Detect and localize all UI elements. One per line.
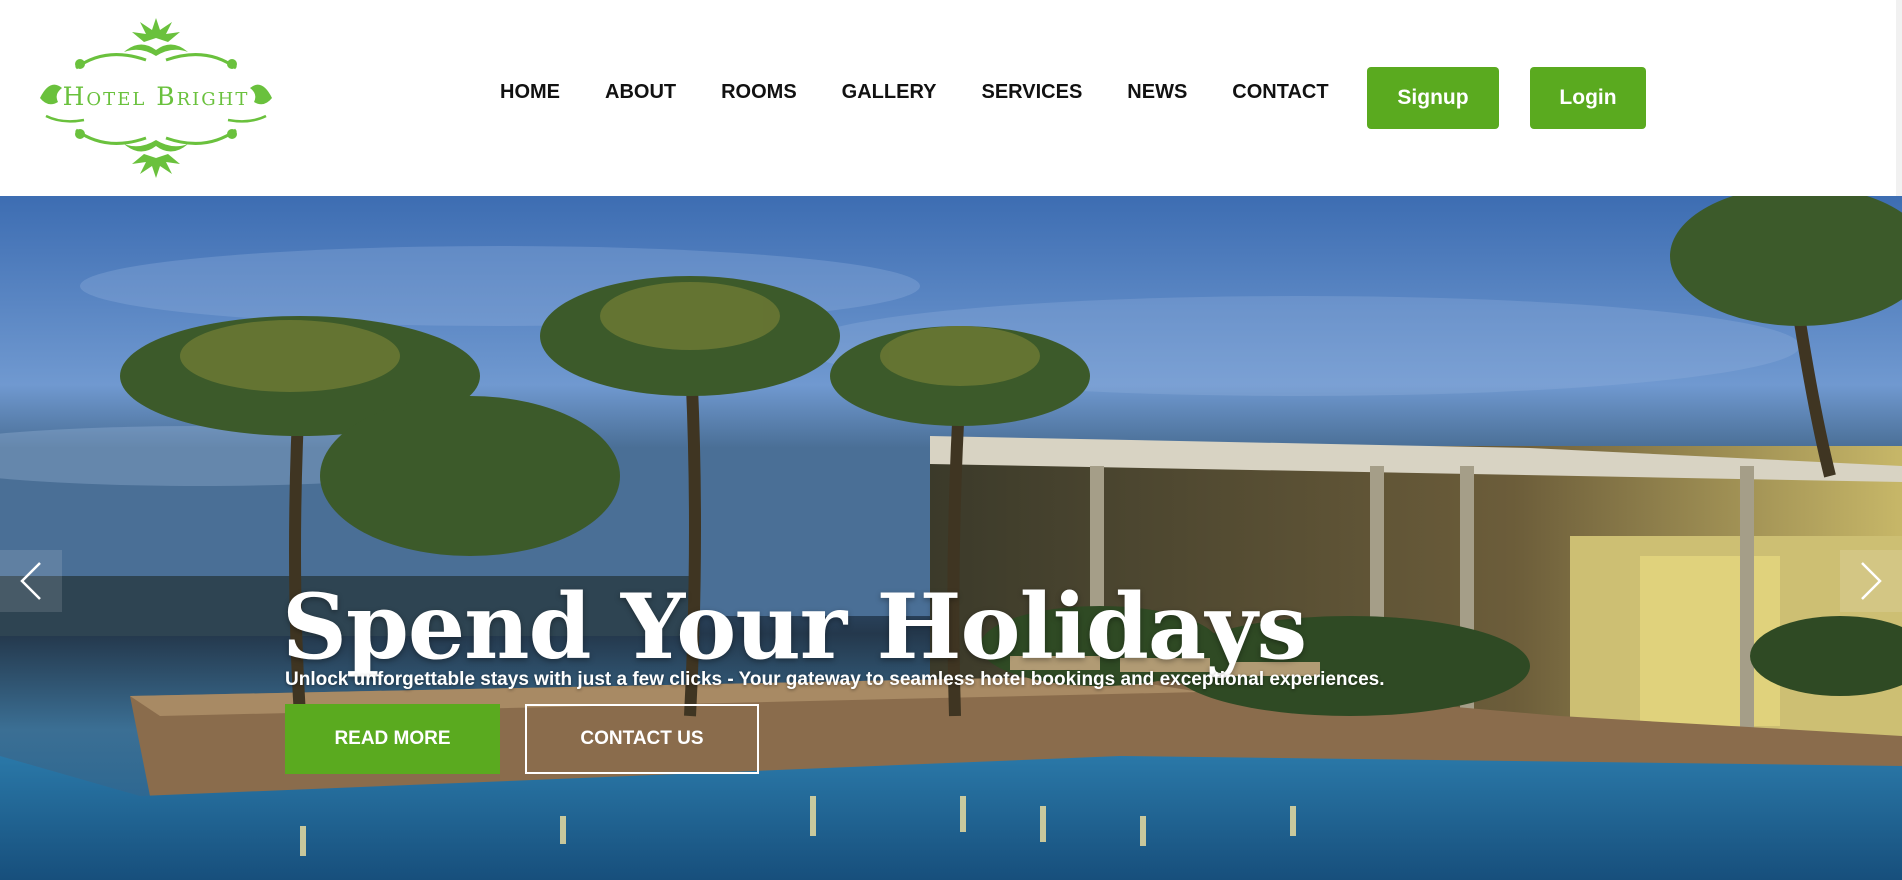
logo-text: Hotel Bright — [62, 82, 250, 111]
site-header: Hotel Bright HOME ABOUT ROOMS GALLERY SE… — [0, 0, 1902, 196]
hero-subtitle: Unlock unforgettable stays with just a f… — [285, 669, 1385, 690]
nav-rooms[interactable]: ROOMS — [721, 81, 797, 104]
slider-next-button[interactable] — [1840, 550, 1902, 612]
nav-contact[interactable]: CONTACT — [1232, 81, 1328, 104]
contact-us-button[interactable]: CONTACT US — [525, 704, 759, 774]
read-more-button[interactable]: READ MORE — [285, 704, 500, 774]
signup-button[interactable]: Signup — [1367, 67, 1499, 129]
nav-services[interactable]: SERVICES — [982, 81, 1083, 104]
hotel-logo[interactable]: Hotel Bright — [36, 16, 276, 180]
nav-news[interactable]: NEWS — [1127, 81, 1187, 104]
hero-background-image — [0, 196, 1902, 880]
chevron-right-icon — [1861, 562, 1882, 600]
login-button[interactable]: Login — [1530, 67, 1646, 129]
chevron-left-icon — [20, 562, 41, 600]
nav-about[interactable]: ABOUT — [605, 81, 676, 104]
main-nav: HOME ABOUT ROOMS GALLERY SERVICES NEWS C… — [500, 76, 1329, 108]
hero-title: Spend Your Holidays — [282, 574, 1307, 681]
nav-gallery[interactable]: GALLERY — [842, 81, 937, 104]
slider-prev-button[interactable] — [0, 550, 62, 612]
hero-slider: Spend Your Holidays Unlock unforgettable… — [0, 196, 1902, 880]
page-scrollbar[interactable] — [1896, 0, 1902, 196]
nav-home[interactable]: HOME — [500, 81, 560, 104]
